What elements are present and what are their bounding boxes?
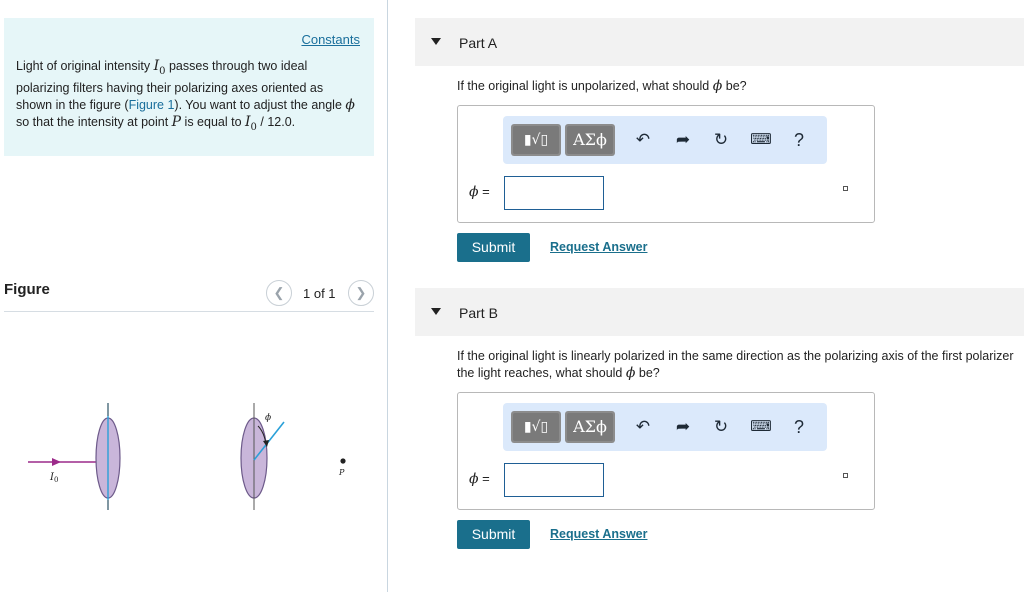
resize-handle-icon (843, 473, 848, 478)
phi-input-label: ϕ = (469, 184, 490, 200)
help-button[interactable]: ? (787, 130, 811, 150)
part-b-answer-box: ▮√▯ ΑΣϕ ↶ ➦ ↻ ⌨ ? ϕ = (457, 392, 875, 510)
problem-text-5: is equal to (181, 114, 246, 129)
part-b-submit-button[interactable]: Submit (457, 520, 530, 549)
keyboard-icon[interactable]: ⌨ (749, 417, 773, 437)
redo-icon[interactable]: ➦ (671, 130, 695, 150)
label-P: P (338, 468, 345, 477)
part-a-answer-box: ▮√▯ ΑΣϕ ↶ ➦ ↻ ⌨ ? ϕ = (457, 105, 875, 223)
part-b-request-answer-link[interactable]: Request Answer (550, 527, 647, 541)
chevron-right-icon[interactable]: ❯ (348, 280, 374, 306)
part-a-header[interactable]: Part A (415, 18, 1024, 66)
templates-button[interactable]: ▮√▯ (511, 124, 561, 156)
greek-symbols-button[interactable]: ΑΣϕ (565, 411, 615, 443)
reset-icon[interactable]: ↻ (709, 130, 733, 150)
problem-text-4: so that the intensity at point (16, 114, 172, 129)
caret-down-icon[interactable] (431, 38, 441, 45)
part-a-submit-button[interactable]: Submit (457, 233, 530, 262)
resize-handle-icon (843, 186, 848, 191)
label-phi: ϕ (265, 413, 271, 423)
help-button[interactable]: ? (787, 417, 811, 437)
figure-link[interactable]: Figure 1 (129, 98, 175, 112)
undo-icon[interactable]: ↶ (631, 417, 655, 437)
label-I0: I0 (49, 472, 58, 484)
problem-text-1: Light of original intensity (16, 59, 154, 73)
templates-button[interactable]: ▮√▯ (511, 411, 561, 443)
redo-icon[interactable]: ➦ (671, 417, 695, 437)
math-I0-b: I0 (245, 113, 257, 133)
caret-down-icon[interactable] (431, 308, 441, 315)
phi-answer-input[interactable] (504, 176, 604, 210)
polarizer-figure: I0 ϕ P (28, 403, 346, 510)
math-P: P (171, 113, 182, 130)
point-P (340, 458, 346, 464)
figure-title: Figure (4, 281, 50, 298)
problem-text-3: ). You want to adjust the angle (174, 97, 346, 112)
part-a-question: If the original light is unpolarized, wh… (457, 78, 747, 94)
part-b-question: If the original light is linearly polari… (457, 349, 1014, 381)
figure-header: Figure ❮ 1 of 1 ❯ (4, 278, 374, 312)
math-I0: I0 (153, 58, 166, 77)
part-b-title: Part B (459, 305, 498, 321)
ray-arrow-icon (52, 458, 61, 466)
math-phi: ϕ (345, 96, 355, 113)
left-panel: Constants Light of original intensity I0… (0, 0, 388, 592)
undo-icon[interactable]: ↶ (631, 130, 655, 150)
reset-icon[interactable]: ↻ (709, 417, 733, 437)
problem-text-6: / 12.0. (256, 114, 296, 129)
problem-text: Light of original intensity I0 passes th… (16, 58, 361, 136)
part-a-request-answer-link[interactable]: Request Answer (550, 240, 647, 254)
math-toolbar: ▮√▯ ΑΣϕ ↶ ➦ ↻ ⌨ ? (503, 116, 827, 164)
chevron-left-icon[interactable]: ❮ (266, 280, 292, 306)
math-toolbar: ▮√▯ ΑΣϕ ↶ ➦ ↻ ⌨ ? (503, 403, 827, 451)
part-b-header[interactable]: Part B (415, 288, 1024, 336)
phi-answer-input[interactable] (504, 463, 604, 497)
greek-symbols-button[interactable]: ΑΣϕ (565, 124, 615, 156)
keyboard-icon[interactable]: ⌨ (749, 130, 773, 150)
constants-link[interactable]: Constants (301, 32, 360, 47)
phi-input-label: ϕ = (469, 471, 490, 487)
figure-pager: 1 of 1 (303, 286, 336, 301)
part-a-title: Part A (459, 35, 498, 51)
problem-statement: Constants Light of original intensity I0… (4, 18, 374, 156)
